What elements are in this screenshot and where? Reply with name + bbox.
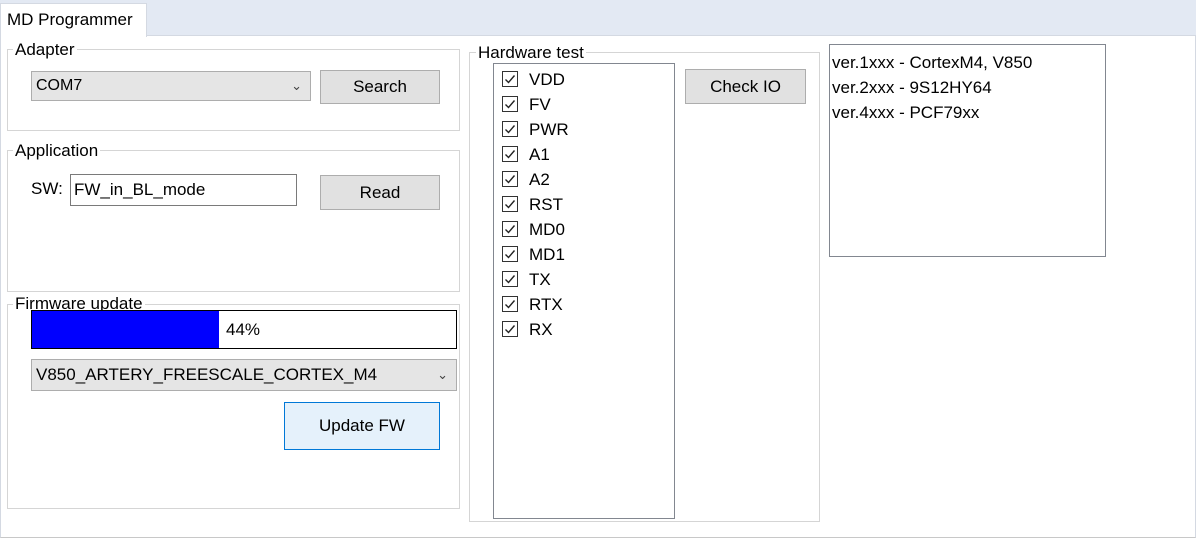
checkbox-label: RST xyxy=(529,195,563,214)
com-port-value: COM7 xyxy=(36,77,83,94)
check-io-button[interactable]: Check IO xyxy=(685,69,806,104)
list-item[interactable]: ver.2xxx - 9S12HY64 xyxy=(830,75,1105,100)
tab-md-programmer[interactable]: MD Programmer xyxy=(0,3,147,37)
checkbox-a2[interactable]: A2 xyxy=(502,167,662,192)
checkbox-label: RX xyxy=(529,320,553,339)
adapter-group-title: Adapter xyxy=(13,40,77,60)
checkbox-fv[interactable]: FV xyxy=(502,92,662,117)
chevron-down-icon: ⌄ xyxy=(291,78,302,93)
checkbox-rst[interactable]: RST xyxy=(502,192,662,217)
checkbox-icon[interactable] xyxy=(502,221,518,237)
checkbox-icon[interactable] xyxy=(502,246,518,262)
checkbox-a1[interactable]: A1 xyxy=(502,142,662,167)
firmware-target-value: V850_ARTERY_FREESCALE_CORTEX_M4 xyxy=(36,365,378,384)
checkbox-icon[interactable] xyxy=(502,146,518,162)
checkbox-md1[interactable]: MD1 xyxy=(502,242,662,267)
checkbox-icon[interactable] xyxy=(502,171,518,187)
com-port-select[interactable]: COM7 ⌄ xyxy=(31,71,311,101)
chevron-down-icon: ⌄ xyxy=(437,367,448,382)
checkbox-tx[interactable]: TX xyxy=(502,267,662,292)
checkbox-icon[interactable] xyxy=(502,121,518,137)
firmware-target-select[interactable]: V850_ARTERY_FREESCALE_CORTEX_M4 ⌄ xyxy=(31,359,457,391)
checkbox-label: MD0 xyxy=(529,220,565,239)
checkbox-icon[interactable] xyxy=(502,296,518,312)
checkbox-icon[interactable] xyxy=(502,321,518,337)
checkbox-rtx[interactable]: RTX xyxy=(502,292,662,317)
application-group xyxy=(7,150,460,292)
firmware-progress-bar: 44% xyxy=(31,310,457,349)
checkbox-label: RTX xyxy=(529,295,563,314)
hardware-test-title: Hardware test xyxy=(476,43,586,63)
progress-text: 44% xyxy=(226,320,261,339)
progress-fill xyxy=(32,311,219,348)
checkbox-pwr[interactable]: PWR xyxy=(502,117,662,142)
sw-input[interactable]: FW_in_BL_mode xyxy=(70,174,297,206)
checkbox-rx[interactable]: RX xyxy=(502,317,662,342)
checkbox-label: PWR xyxy=(529,120,569,139)
checkbox-vdd[interactable]: VDD xyxy=(502,67,662,92)
checkbox-label: A1 xyxy=(529,145,550,164)
list-item[interactable]: ver.1xxx - CortexM4, V850 xyxy=(830,50,1105,75)
checkbox-label: MD1 xyxy=(529,245,565,264)
checkbox-label: A2 xyxy=(529,170,550,189)
checkbox-icon[interactable] xyxy=(502,96,518,112)
checkbox-label: VDD xyxy=(529,70,565,89)
read-button[interactable]: Read xyxy=(320,175,440,210)
list-item[interactable]: ver.4xxx - PCF79xx xyxy=(830,100,1105,125)
application-group-title: Application xyxy=(13,141,101,161)
update-fw-button[interactable]: Update FW xyxy=(284,402,440,450)
checkbox-icon[interactable] xyxy=(502,196,518,212)
checkbox-icon[interactable] xyxy=(502,71,518,87)
checkbox-icon[interactable] xyxy=(502,271,518,287)
io-checklist: VDD FV PWR A1 A2 RST MD0 MD1 TX RTX RX xyxy=(493,63,675,519)
sw-label: SW: xyxy=(31,179,63,198)
checkbox-label: FV xyxy=(529,95,551,114)
tab-strip xyxy=(0,0,1196,36)
search-button[interactable]: Search xyxy=(320,70,440,104)
versions-listbox[interactable]: ver.1xxx - CortexM4, V850 ver.2xxx - 9S1… xyxy=(829,44,1106,257)
checkbox-label: TX xyxy=(529,270,551,289)
checkbox-md0[interactable]: MD0 xyxy=(502,217,662,242)
